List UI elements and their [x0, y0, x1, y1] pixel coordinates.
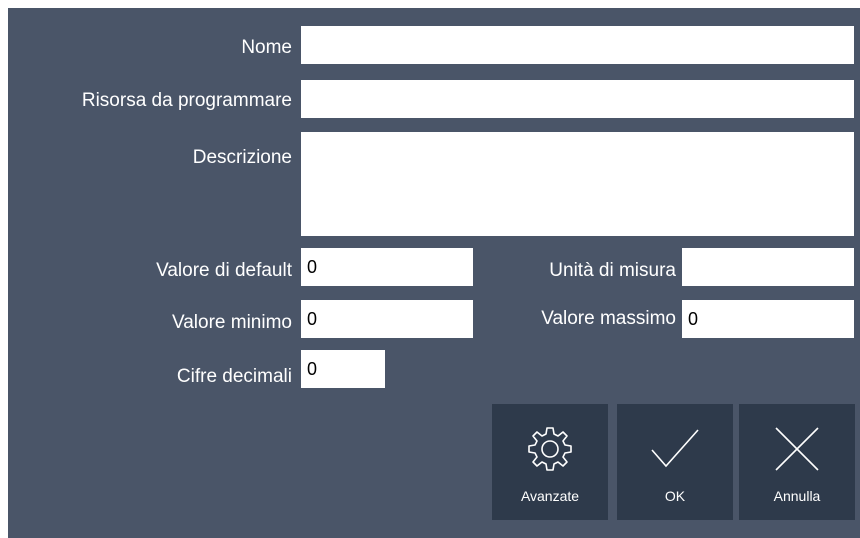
risorsa-input[interactable] [301, 80, 854, 118]
minimo-input[interactable] [301, 300, 473, 338]
nome-label: Nome [241, 37, 292, 58]
decimali-label: Cifre decimali [176, 366, 292, 387]
default-input[interactable] [301, 248, 473, 286]
close-icon [775, 427, 819, 471]
massimo-input[interactable] [682, 300, 854, 338]
cancel-button-label: Annulla [773, 488, 821, 504]
unita-label: Unità di misura [549, 260, 676, 281]
unita-input[interactable] [682, 248, 854, 286]
default-label: Valore di default [156, 260, 292, 281]
ok-button[interactable]: OK [617, 404, 733, 520]
cancel-button[interactable]: Annulla [739, 404, 855, 520]
form-panel: Nome Risorsa da programmare Descrizione … [8, 8, 860, 538]
decimali-input[interactable] [301, 350, 385, 388]
nome-input[interactable] [301, 26, 854, 64]
minimo-label: Valore minimo [171, 312, 292, 333]
gear-icon [528, 427, 572, 471]
massimo-label: Valore massimo [541, 308, 676, 329]
descrizione-textarea[interactable] [301, 132, 854, 236]
checkmark-icon [651, 429, 699, 468]
advanced-button-label: Avanzate [520, 488, 580, 504]
advanced-button[interactable]: Avanzate [492, 404, 608, 520]
ok-button-label: OK [664, 488, 686, 504]
risorsa-label: Risorsa da programmare [81, 90, 292, 111]
descrizione-label: Descrizione [192, 147, 292, 168]
